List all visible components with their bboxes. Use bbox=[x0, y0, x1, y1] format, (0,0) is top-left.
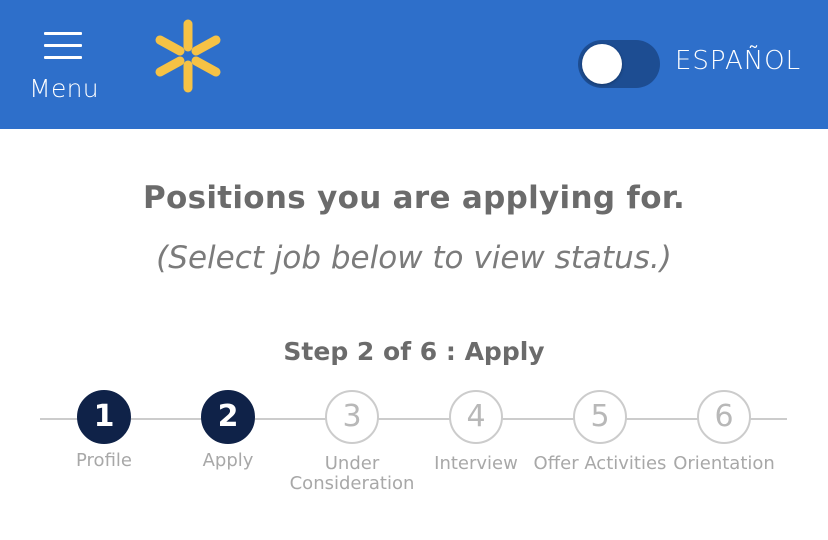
step-offer-activities: 5 Offer Activities bbox=[530, 380, 670, 474]
step-circle: 5 bbox=[573, 390, 627, 444]
step-label: Apply bbox=[202, 450, 254, 471]
step-label: Interview bbox=[434, 453, 518, 474]
menu-button[interactable]: Menu bbox=[22, 26, 106, 106]
step-status: Step 2 of 6 : Apply bbox=[283, 337, 545, 366]
progress-stepper: 1 Profile 2 Apply 3 Under Consideration … bbox=[0, 380, 828, 530]
top-app-bar: Menu ESPAÑOL bbox=[0, 0, 828, 129]
step-apply: 2 Apply bbox=[158, 380, 298, 471]
step-orientation: 6 Orientation bbox=[654, 380, 794, 474]
walmart-spark-logo bbox=[155, 19, 221, 93]
step-circle: 6 bbox=[697, 390, 751, 444]
step-label: Orientation bbox=[673, 453, 775, 474]
step-circle: 3 bbox=[325, 390, 379, 444]
page-subtitle: (Select job below to view status.) bbox=[156, 240, 672, 276]
step-under-consideration: 3 Under Consideration bbox=[282, 380, 422, 494]
language-toggle[interactable] bbox=[578, 40, 660, 88]
step-circle: 4 bbox=[449, 390, 503, 444]
toggle-knob bbox=[582, 44, 622, 84]
step-profile: 1 Profile bbox=[34, 380, 174, 471]
step-label: Profile bbox=[76, 450, 132, 471]
step-label: Under Consideration bbox=[289, 453, 415, 494]
step-interview: 4 Interview bbox=[406, 380, 546, 474]
hamburger-icon bbox=[44, 32, 82, 60]
menu-label: Menu bbox=[29, 74, 99, 103]
step-circle: 2 bbox=[201, 390, 255, 444]
step-label: Offer Activities bbox=[533, 453, 667, 474]
language-toggle-label[interactable]: ESPAÑOL bbox=[675, 46, 801, 76]
step-circle: 1 bbox=[77, 390, 131, 444]
page-title: Positions you are applying for. bbox=[142, 180, 686, 216]
